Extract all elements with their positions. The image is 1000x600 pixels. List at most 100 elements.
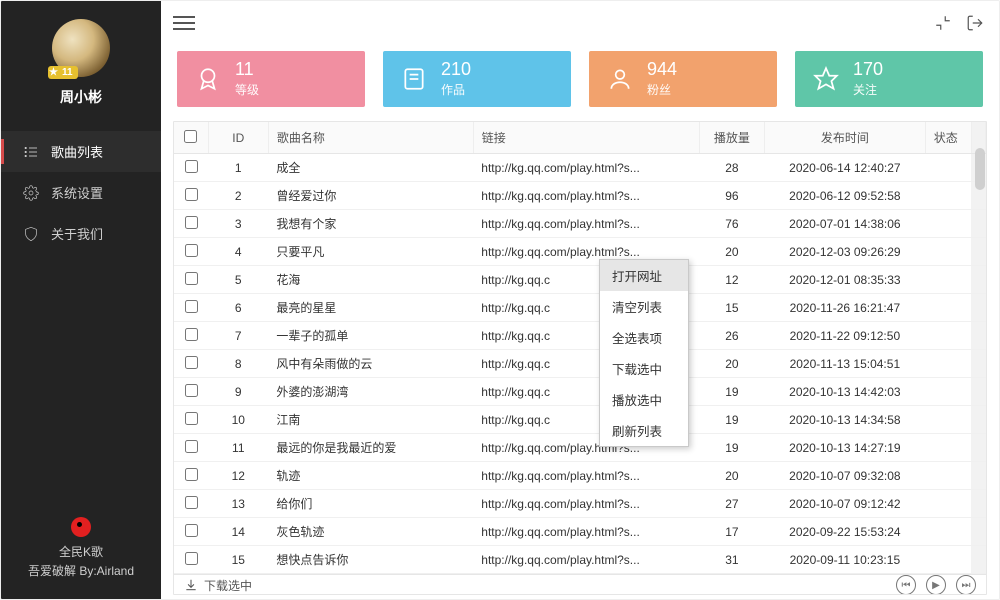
cell-date: 2020-10-07 09:32:08	[765, 462, 926, 490]
sidebar-item-settings[interactable]: 系统设置	[1, 172, 161, 213]
sidebar-item-songs[interactable]: 歌曲列表	[1, 131, 161, 172]
cell-status	[925, 518, 971, 546]
cell-name: 给你们	[268, 490, 473, 518]
cell-date: 2020-09-11 10:23:15	[765, 546, 926, 574]
row-checkbox[interactable]	[185, 384, 198, 397]
prev-track-button[interactable]: ⏮	[896, 575, 916, 595]
table-row[interactable]: 8风中有朵雨做的云http://kg.qq.c202020-11-13 15:0…	[174, 350, 986, 378]
app-logo-icon	[71, 517, 91, 537]
table-row[interactable]: 7一辈子的孤单http://kg.qq.c262020-11-22 09:12:…	[174, 322, 986, 350]
menu-toggle-icon[interactable]	[173, 12, 195, 34]
table-row[interactable]: 9外婆的澎湖湾http://kg.qq.c192020-10-13 14:42:…	[174, 378, 986, 406]
context-menu-item[interactable]: 下载选中	[600, 353, 688, 384]
cell-date: 2020-11-22 09:12:50	[765, 322, 926, 350]
cell-status	[925, 350, 971, 378]
context-menu-item[interactable]: 播放选中	[600, 384, 688, 415]
context-menu-item[interactable]: 刷新列表	[600, 415, 688, 446]
col-status[interactable]: 状态	[925, 122, 971, 154]
stats-cards: 11 等级 210作品 944粉丝 170关注	[161, 45, 999, 121]
cell-link: http://kg.qq.com/play.html?s...	[473, 546, 699, 574]
cell-status	[925, 434, 971, 462]
table-row[interactable]: 4只要平凡http://kg.qq.com/play.html?s...2020…	[174, 238, 986, 266]
cell-plays: 17	[699, 518, 764, 546]
col-plays[interactable]: 播放量	[699, 122, 764, 154]
cell-name: 曾经爱过你	[268, 182, 473, 210]
row-checkbox[interactable]	[185, 272, 198, 285]
download-selected-button[interactable]: 下载选中	[184, 577, 252, 594]
table-row[interactable]: 2曾经爱过你http://kg.qq.com/play.html?s...962…	[174, 182, 986, 210]
context-menu[interactable]: 打开网址清空列表全选表项下载选中播放选中刷新列表	[599, 259, 689, 447]
stat-value: 944	[647, 60, 677, 78]
footer-app-name: 全民K歌	[7, 543, 155, 562]
sidebar-item-label: 歌曲列表	[51, 142, 103, 161]
cell-status	[925, 238, 971, 266]
table-row[interactable]: 1成全http://kg.qq.com/play.html?s...282020…	[174, 154, 986, 182]
avatar[interactable]: 11	[52, 19, 110, 77]
table-row[interactable]: 5花海http://kg.qq.c122020-12-01 08:35:33	[174, 266, 986, 294]
cell-name: 想快点告诉你	[268, 546, 473, 574]
cell-id: 7	[208, 322, 268, 350]
user-icon	[607, 66, 633, 92]
download-icon	[184, 578, 198, 592]
cell-link: http://kg.qq.com/play.html?s...	[473, 490, 699, 518]
table-row[interactable]: 15想快点告诉你http://kg.qq.com/play.html?s...3…	[174, 546, 986, 574]
table-row[interactable]: 11最远的你是我最近的爱http://kg.qq.com/play.html?s…	[174, 434, 986, 462]
stat-card-works[interactable]: 210作品	[383, 51, 571, 107]
username: 周小彬	[60, 87, 102, 107]
stat-label: 等级	[235, 81, 259, 98]
table-row[interactable]: 6最亮的星星http://kg.qq.c152020-11-26 16:21:4…	[174, 294, 986, 322]
sidebar-item-label: 系统设置	[51, 183, 103, 202]
sidebar-item-about[interactable]: 关于我们	[1, 213, 161, 254]
table-row[interactable]: 3我想有个家http://kg.qq.com/play.html?s...762…	[174, 210, 986, 238]
stat-value: 11	[235, 60, 259, 78]
table-row[interactable]: 14灰色轨迹http://kg.qq.com/play.html?s...172…	[174, 518, 986, 546]
cell-plays: 19	[699, 378, 764, 406]
row-checkbox[interactable]	[185, 468, 198, 481]
cell-plays: 28	[699, 154, 764, 182]
cell-name: 我想有个家	[268, 210, 473, 238]
cell-status	[925, 322, 971, 350]
star-icon	[813, 66, 839, 92]
play-button[interactable]: ▶	[926, 575, 946, 595]
cell-name: 风中有朵雨做的云	[268, 350, 473, 378]
table-row[interactable]: 13给你们http://kg.qq.com/play.html?s...2720…	[174, 490, 986, 518]
row-checkbox[interactable]	[185, 328, 198, 341]
cell-status	[925, 462, 971, 490]
exit-icon[interactable]	[963, 11, 987, 35]
minimize-icon[interactable]	[931, 11, 955, 35]
col-link[interactable]: 链接	[473, 122, 699, 154]
col-checkbox[interactable]	[174, 122, 208, 154]
table-row[interactable]: 12轨迹http://kg.qq.com/play.html?s...20202…	[174, 462, 986, 490]
row-checkbox[interactable]	[185, 440, 198, 453]
main-area: 11 等级 210作品 944粉丝 170关注	[161, 1, 999, 599]
row-checkbox[interactable]	[185, 300, 198, 313]
col-id[interactable]: ID	[208, 122, 268, 154]
row-checkbox[interactable]	[185, 552, 198, 565]
table-footer: 下载选中 ⏮ ▶ ⏭	[174, 574, 986, 595]
table-row[interactable]: 10江南http://kg.qq.c192020-10-13 14:34:58	[174, 406, 986, 434]
scrollbar-thumb[interactable]	[975, 148, 985, 190]
row-checkbox[interactable]	[185, 412, 198, 425]
stat-card-follow[interactable]: 170关注	[795, 51, 983, 107]
col-name[interactable]: 歌曲名称	[268, 122, 473, 154]
row-checkbox[interactable]	[185, 244, 198, 257]
cell-date: 2020-06-12 09:52:58	[765, 182, 926, 210]
cell-link: http://kg.qq.com/play.html?s...	[473, 210, 699, 238]
col-date[interactable]: 发布时间	[765, 122, 926, 154]
context-menu-item[interactable]: 清空列表	[600, 291, 688, 322]
row-checkbox[interactable]	[185, 216, 198, 229]
stat-card-fans[interactable]: 944粉丝	[589, 51, 777, 107]
stat-card-level[interactable]: 11 等级	[177, 51, 365, 107]
row-checkbox[interactable]	[185, 160, 198, 173]
row-checkbox[interactable]	[185, 356, 198, 369]
row-checkbox[interactable]	[185, 188, 198, 201]
stat-value: 170	[853, 60, 883, 78]
next-track-button[interactable]: ⏭	[956, 575, 976, 595]
context-menu-item[interactable]: 打开网址	[600, 260, 688, 291]
cell-id: 5	[208, 266, 268, 294]
row-checkbox[interactable]	[185, 524, 198, 537]
cell-id: 14	[208, 518, 268, 546]
row-checkbox[interactable]	[185, 496, 198, 509]
context-menu-item[interactable]: 全选表项	[600, 322, 688, 353]
topbar	[161, 1, 999, 45]
